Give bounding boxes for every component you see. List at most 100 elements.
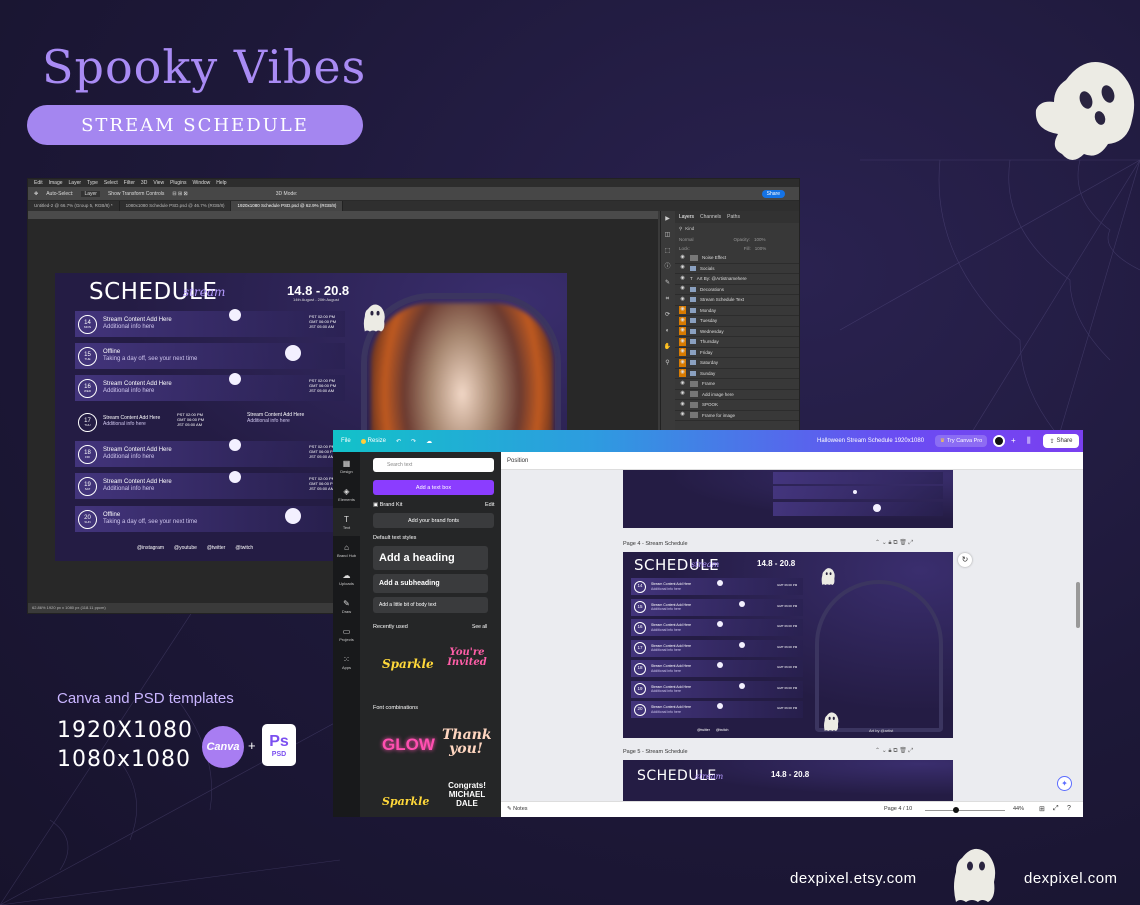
eye-icon[interactable]: ◉ bbox=[679, 275, 686, 283]
rail-uploads[interactable]: ☁ Uploads bbox=[333, 564, 360, 592]
avatar[interactable] bbox=[993, 435, 1005, 447]
layers-tab[interactable]: Layers bbox=[679, 214, 694, 220]
page4-label[interactable]: Page 4 - Stream Schedule bbox=[623, 541, 688, 547]
eye-icon[interactable]: ◉ bbox=[679, 285, 686, 293]
eye-icon[interactable]: ◉ bbox=[679, 254, 686, 262]
ps-layer-row[interactable]: ◉ Frame for image bbox=[675, 411, 799, 421]
zoom-slider[interactable] bbox=[925, 810, 1005, 811]
refresh-icon[interactable]: ↻ bbox=[958, 553, 972, 567]
text-search-input[interactable]: Search text bbox=[373, 458, 494, 472]
ps-tab-active[interactable]: 1920x1080 Schedule PSD.psd @ 62.9% (RGB/… bbox=[231, 201, 344, 211]
ps-tab[interactable]: Untitled-2 @ 66.7% (Group 5, RGB/8) * bbox=[28, 201, 120, 211]
eye-icon[interactable]: ◉ bbox=[679, 401, 686, 409]
add-text-box-button[interactable]: Add a text box bbox=[373, 480, 494, 495]
add-heading-button[interactable]: Add a heading bbox=[373, 546, 488, 570]
cloud-save-icon[interactable]: ☁ bbox=[426, 438, 432, 445]
ps-auto-select-dropdown[interactable]: Layer bbox=[81, 190, 100, 197]
rail-design[interactable]: ▦ Design bbox=[333, 452, 360, 480]
ps-layer-row[interactable]: ◉ Sunday bbox=[675, 369, 799, 379]
sparkle-sticker[interactable]: Sparkle bbox=[382, 657, 434, 671]
try-canva-pro-button[interactable]: ♛ Try Canva Pro bbox=[935, 435, 988, 447]
ps-layer-row[interactable]: ◉ Thursday bbox=[675, 337, 799, 348]
ps-layer-row[interactable]: ◉ T Art By: @Artistnamehere bbox=[675, 274, 799, 285]
eye-icon[interactable]: ◉ bbox=[679, 296, 686, 304]
canva-doc-title[interactable]: Halloween Stream Schedule 1920x1080 bbox=[817, 438, 924, 444]
paths-tab[interactable]: Paths bbox=[727, 214, 740, 220]
ps-tool-icons[interactable]: ▶ ◫ ⬚ ⓘ ✎ ⌗ ⟳ ◐ ✋ ⚲ bbox=[661, 211, 674, 371]
brand-kit-row[interactable]: ▣ Brand Kit bbox=[373, 502, 402, 508]
eye-icon[interactable]: ◉ bbox=[679, 390, 686, 398]
invited-sticker[interactable]: You're Invited bbox=[442, 648, 492, 668]
add-brand-fonts-button[interactable]: Add your brand fonts bbox=[373, 513, 494, 528]
magic-assistant-icon[interactable]: ✦ bbox=[1057, 776, 1072, 791]
redo-icon[interactable]: ↷ bbox=[411, 438, 416, 445]
ps-tab[interactable]: 1080x1080 Schedule PSD.psd @ 46.7% (RGB/… bbox=[120, 201, 232, 211]
eye-icon[interactable]: ◉ bbox=[679, 337, 686, 346]
ps-layer-row[interactable]: ◉ SPOOK bbox=[675, 400, 799, 411]
see-all-link[interactable]: See all bbox=[472, 624, 487, 630]
eye-icon[interactable]: ◉ bbox=[679, 327, 686, 336]
ps-layer-row[interactable]: ◉ Stream Schedule Text bbox=[675, 295, 799, 306]
page-actions-icons[interactable]: ⌃ ⌄ 🔒︎ ⧉ 🗑︎ ⤢ bbox=[875, 747, 913, 755]
ps-menu-filter[interactable]: Filter bbox=[124, 180, 135, 186]
rail-draw[interactable]: ✎ Draw bbox=[333, 592, 360, 620]
eye-icon[interactable]: ◉ bbox=[679, 306, 686, 315]
ps-menu-help[interactable]: Help bbox=[216, 180, 226, 186]
thank-you-sticker[interactable]: Thank you! bbox=[442, 728, 492, 756]
rail-brand-hub[interactable]: ⌂ Brand Hub bbox=[333, 536, 360, 564]
align-icon[interactable]: ⊟ ⊞ ⊠ bbox=[172, 191, 187, 197]
site-link[interactable]: dexpixel.com bbox=[1024, 870, 1118, 887]
ps-share-button[interactable]: Share bbox=[761, 190, 785, 198]
help-icon[interactable]: ? bbox=[1067, 805, 1071, 812]
eye-icon[interactable]: ◉ bbox=[679, 380, 686, 388]
ps-layer-row[interactable]: ◉ Tuesday bbox=[675, 316, 799, 327]
canva-canvas[interactable]: Page 4 - Stream Schedule ⌃ ⌄ 🔒︎ ⧉ 🗑︎ ⤢ S… bbox=[501, 452, 1083, 801]
canva-share-button[interactable]: ⇪ Share bbox=[1043, 434, 1079, 448]
rail-elements[interactable]: ◈ Elements bbox=[333, 480, 360, 508]
grid-view-icon[interactable]: ⊞ bbox=[1039, 805, 1045, 813]
ps-layer-row[interactable]: ◉ Saturday bbox=[675, 358, 799, 369]
channels-tab[interactable]: Channels bbox=[700, 214, 721, 220]
undo-icon[interactable]: ↶ bbox=[396, 438, 401, 445]
brand-edit-link[interactable]: Edit bbox=[485, 502, 494, 508]
layer-kind-select[interactable]: Kind bbox=[685, 226, 694, 232]
eye-icon[interactable]: ◉ bbox=[679, 264, 686, 272]
eye-icon[interactable]: ◉ bbox=[679, 369, 686, 378]
ps-menu-image[interactable]: Image bbox=[49, 180, 63, 186]
rail-text[interactable]: T Text bbox=[333, 508, 360, 536]
ps-menu-type[interactable]: Type bbox=[87, 180, 98, 186]
ps-layer-row[interactable]: ◉ Monday bbox=[675, 306, 799, 316]
page-counter[interactable]: Page 4 / 10 bbox=[884, 806, 912, 812]
etsy-link[interactable]: dexpixel.etsy.com bbox=[790, 870, 917, 887]
opacity-value[interactable]: 100% bbox=[754, 237, 766, 242]
ps-layer-row[interactable]: ◉ Frame bbox=[675, 379, 799, 390]
ps-layer-row[interactable]: ◉ Friday bbox=[675, 348, 799, 358]
fill-value[interactable]: 100% bbox=[755, 246, 767, 251]
ps-layer-row[interactable]: ◉ Add image here bbox=[675, 390, 799, 400]
congrats-sticker[interactable]: Congrats! MICHAEL DALE bbox=[442, 781, 492, 808]
ps-transform-checkbox[interactable]: Show Transform Controls bbox=[108, 191, 164, 197]
blend-mode[interactable]: Normal bbox=[679, 237, 694, 242]
ps-menu-select[interactable]: Select bbox=[104, 180, 118, 186]
zoom-slider-thumb[interactable] bbox=[953, 807, 959, 813]
ps-layer-filter[interactable]: ⚲ Kind bbox=[675, 223, 799, 235]
eye-icon[interactable]: ◉ bbox=[679, 348, 686, 357]
add-subheading-button[interactable]: Add a subheading bbox=[373, 574, 488, 593]
canva-file-menu[interactable]: File bbox=[341, 438, 351, 444]
canva-resize-button[interactable]: Resize bbox=[360, 438, 386, 444]
page5-label[interactable]: Page 5 - Stream Schedule bbox=[623, 749, 688, 755]
ps-layer-row[interactable]: ◉ Wednesday bbox=[675, 327, 799, 337]
page-actions-icons[interactable]: ⌃ ⌄ 🔒︎ ⧉ 🗑︎ ⤢ bbox=[875, 539, 913, 547]
eye-icon[interactable]: ◉ bbox=[679, 316, 686, 325]
eye-icon[interactable]: ◉ bbox=[679, 411, 686, 419]
ps-menu-3d[interactable]: 3D bbox=[141, 180, 147, 186]
sparkle-sticker[interactable]: Sparkle bbox=[382, 795, 429, 808]
ps-menu-plugins[interactable]: Plugins bbox=[170, 180, 186, 186]
ps-menu-layer[interactable]: Layer bbox=[69, 180, 82, 186]
move-tool-icon[interactable]: ✥ bbox=[34, 191, 38, 197]
rail-apps[interactable]: ⁙ Apps bbox=[333, 648, 360, 676]
ps-menu-window[interactable]: Window bbox=[192, 180, 210, 186]
ps-menu-edit[interactable]: Edit bbox=[34, 180, 43, 186]
ps-menu-view[interactable]: View bbox=[153, 180, 164, 186]
add-collaborator-icon[interactable]: + bbox=[1011, 436, 1016, 445]
